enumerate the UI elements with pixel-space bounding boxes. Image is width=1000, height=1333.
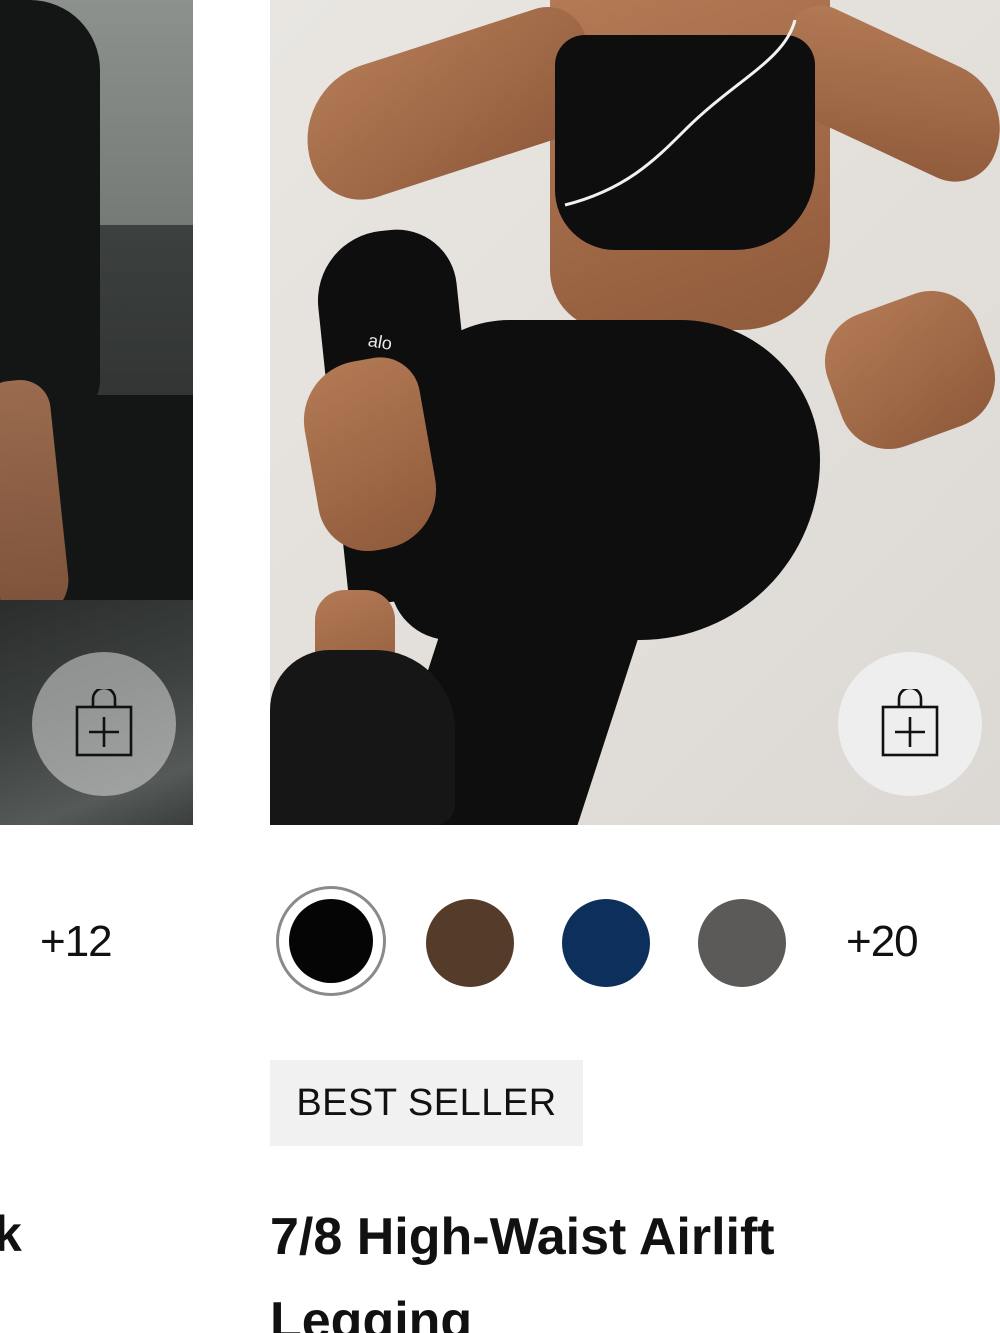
swatch-navy[interactable] [562, 899, 650, 987]
left-add-to-bag-button[interactable] [32, 652, 176, 796]
left-product-title[interactable]: k [0, 1205, 22, 1263]
swatch-black[interactable] [276, 886, 386, 996]
swatch-brown[interactable] [426, 899, 514, 987]
add-to-bag-button[interactable] [838, 652, 982, 796]
shopping-bag-plus-icon [75, 689, 133, 757]
product-image[interactable]: alo [270, 0, 1000, 825]
color-swatches [276, 886, 796, 1001]
swatch-gray[interactable] [698, 899, 786, 987]
product-title[interactable]: 7/8 High-Waist Airlift Legging [270, 1195, 970, 1333]
shopping-bag-plus-icon [881, 689, 939, 757]
left-image-sweater [0, 0, 100, 420]
swatch-black-fill [289, 899, 373, 983]
earphone-cable [564, 20, 797, 207]
model-shoe [270, 650, 455, 825]
alo-logo: alo [366, 330, 394, 354]
left-product-image[interactable] [0, 0, 193, 825]
best-seller-badge: BEST SELLER [270, 1060, 583, 1146]
left-more-colors-count[interactable]: +12 [40, 917, 113, 967]
product-grid: +12 k alo +20 BEST SELLER 7/8 High-Waist… [0, 0, 1000, 1333]
more-colors-count[interactable]: +20 [846, 917, 919, 967]
model-right-hand [810, 276, 1000, 464]
